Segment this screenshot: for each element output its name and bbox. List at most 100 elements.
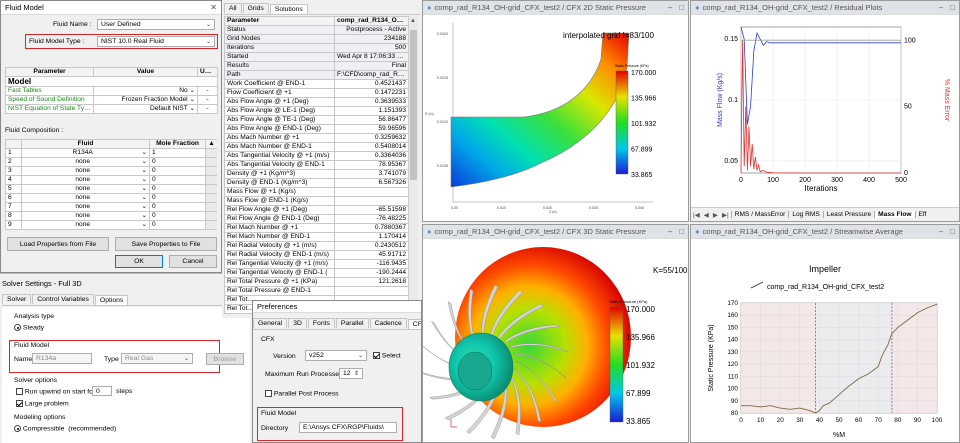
table-row[interactable]: Mass Flow @ END-1 (Kg/s) [224,196,408,206]
tab-mass-flow[interactable]: Mass Flow [874,211,915,218]
param-value[interactable]: Default NIST ⌄ [93,104,198,114]
tab-parallel[interactable]: Parallel [335,318,369,328]
table-row[interactable]: Work Coefficient @ END-1 0.4521437 [224,79,408,89]
mole-fraction-cell[interactable]: 0 [149,211,206,221]
version-select[interactable]: v252 ⌄ [305,350,367,361]
scroll-thumb[interactable] [410,30,417,180]
scrollbar-track[interactable] [205,184,217,194]
scrollbar-track[interactable] [205,220,217,230]
mole-fraction-cell[interactable]: 0 [149,193,206,203]
table-row[interactable]: Mass Flow @ +1 (Kg/s) [224,187,408,197]
mole-fraction-cell[interactable]: 0 [149,220,206,230]
fluid-cell[interactable]: none ⌄ [21,193,150,203]
compressible-radio[interactable]: Compressible (recommended) [14,425,116,432]
table-row[interactable]: Abs Flow Angle @ +1 (Deg) 0.3639533 [224,97,408,107]
tab-solver[interactable]: Solver [2,294,32,304]
table-row[interactable]: 8 none ⌄ 0 [5,211,217,221]
tab-eff[interactable]: Eff [914,211,930,218]
fluid-cell[interactable]: none ⌄ [21,211,150,221]
scrollbar-track[interactable] [205,202,217,212]
fluid-cell[interactable]: R134A ⌄ [21,148,150,158]
scroll-up-icon[interactable]: ▲ [410,18,416,24]
table-row[interactable]: Abs Mach Number @ +1 0.3259632 [224,133,408,143]
maximize-icon[interactable]: □ [679,3,684,12]
mole-fraction-cell[interactable]: 0 [149,184,206,194]
scrollbar-track[interactable] [205,211,217,221]
fluid-type-select[interactable]: Real Gas ⌄ [121,353,193,364]
table-row[interactable]: Rel Tangential Velocity @ END-1 (-190.24… [224,268,408,278]
large-problem-checkbox[interactable]: Large problem [16,400,69,407]
parallel-post-checkbox[interactable]: Parallel Post Process [265,390,339,397]
nav-last-icon[interactable]: ▶| [720,211,731,219]
nav-prev-icon[interactable]: ◀ [702,211,711,219]
table-row[interactable]: Abs Tangential Velocity @ END-1 78.95367 [224,160,408,170]
run-upwind-checkbox[interactable]: Run upwind on start for [16,388,95,395]
table-row[interactable]: Abs Flow Angle @ END-1 (Deg) 59.96596 [224,124,408,134]
table-row[interactable]: NIST Equation of State Type Default NIST… [5,104,218,114]
table-row[interactable]: Flow Coefficient @ +1 0.1472231 [224,88,408,98]
tab-grids[interactable]: Grids [242,3,269,13]
table-row[interactable]: 4 none ⌄ 0 [5,175,217,185]
table-row[interactable]: Density @ END-1 (Kg/m^3) 6.567326 [224,178,408,188]
tab-solutions[interactable]: Solutions [269,4,308,14]
mole-fraction-cell[interactable]: 0 [149,202,206,212]
fluid-cell[interactable]: none ⌄ [21,202,150,212]
fluid-model-type-select[interactable]: NIST 10.0 Real Fluid ⌄ [97,36,215,47]
scrollbar-track[interactable] [205,157,217,167]
fluid-cell[interactable]: none ⌄ [21,166,150,176]
fluid-cell[interactable]: none ⌄ [21,175,150,185]
results-scrollbar[interactable]: ▲ [408,16,418,316]
steady-radio[interactable]: Steady [14,324,44,331]
table-row[interactable]: PathF:\CFD\comp_rad_R134_OH-... [224,70,408,80]
table-row[interactable]: 5 none ⌄ 0 [5,184,217,194]
minimize-icon[interactable]: – [668,227,672,236]
table-row[interactable]: Status Postprocess - Active [224,25,408,35]
tab-least-pressure[interactable]: Least Pressure [822,211,874,218]
minimize-icon[interactable]: – [668,3,672,12]
max-proc-input[interactable]: 12 ⇕ [339,368,363,379]
table-row[interactable]: Grid Nodes 234188 [224,34,408,44]
fluid-cell[interactable]: none ⌄ [21,157,150,167]
scrollbar-track[interactable] [205,148,217,158]
table-row[interactable]: Iterations 500 [224,43,408,53]
table-row[interactable]: Results Final [224,61,408,71]
tab-control-variables[interactable]: Control Variables [32,294,94,304]
tab-cfx[interactable]: CFX [407,319,421,329]
scrollbar-track[interactable] [205,166,217,176]
directory-input[interactable]: E:\Ansys CFX\RGP\Fluids\ [299,422,397,433]
table-row[interactable]: Abs Mach Number @ END-1 0.5408014 [224,142,408,152]
table-row[interactable]: Rel Radial Velocity @ +1 (m/s) 0.2430512 [224,241,408,251]
select-checkbox[interactable]: Select [373,352,401,359]
save-properties-button[interactable]: Save Properties to File [115,237,217,251]
maximize-icon[interactable]: □ [950,227,955,236]
param-value[interactable]: No ⌄ [93,86,198,96]
fluid-cell[interactable]: none ⌄ [21,184,150,194]
table-row[interactable]: Rel Mach Number @ END-1 1.170414 [224,232,408,242]
minimize-icon[interactable]: – [939,3,943,12]
table-row[interactable]: Abs Tangential Velocity @ +1 (m/s) 0.3364… [224,151,408,161]
tab-log-rms[interactable]: Log RMS [788,211,823,218]
mole-fraction-cell[interactable]: 0 [149,157,206,167]
scrollbar-up[interactable]: ▲ [205,139,217,149]
upwind-steps-input[interactable]: 0 [92,386,112,396]
table-row[interactable]: 2 none ⌄ 0 [5,157,217,167]
fluid-cell[interactable]: none ⌄ [21,220,150,230]
browse-button[interactable]: Browse [206,353,244,365]
param-value[interactable]: Frozen Fraction Model ⌄ [93,95,198,105]
tab-rms-masserror[interactable]: RMS / MassError [730,211,789,218]
load-properties-button[interactable]: Load Properties from File [7,237,109,251]
ok-button[interactable]: OK [115,255,163,268]
table-row[interactable]: Rel Flow Angle @ END-1 (Deg) -76.48225 [224,214,408,224]
mole-fraction-cell[interactable]: 0 [149,175,206,185]
tab-options[interactable]: Options [94,295,129,305]
spinner-icon[interactable]: ⇕ [354,370,359,377]
table-row[interactable]: 9 none ⌄ 0 [5,220,217,230]
nav-next-icon[interactable]: ▶ [711,211,720,219]
table-row[interactable]: Abs Flow Angle @ LE-1 (Deg) 1.151393 [224,106,408,116]
table-row[interactable]: Rel Flow Angle @ +1 (Deg) -65.51598 [224,205,408,215]
scrollbar-track[interactable] [205,193,217,203]
table-row[interactable]: Rel Mach Number @ +1 0.7880367 [224,223,408,233]
fluid-name-input[interactable]: R134a [32,353,92,364]
table-row[interactable]: Rel Total Pressure @ +1 (KPa) 121.2618 [224,277,408,287]
table-row[interactable]: 7 none ⌄ 0 [5,202,217,212]
